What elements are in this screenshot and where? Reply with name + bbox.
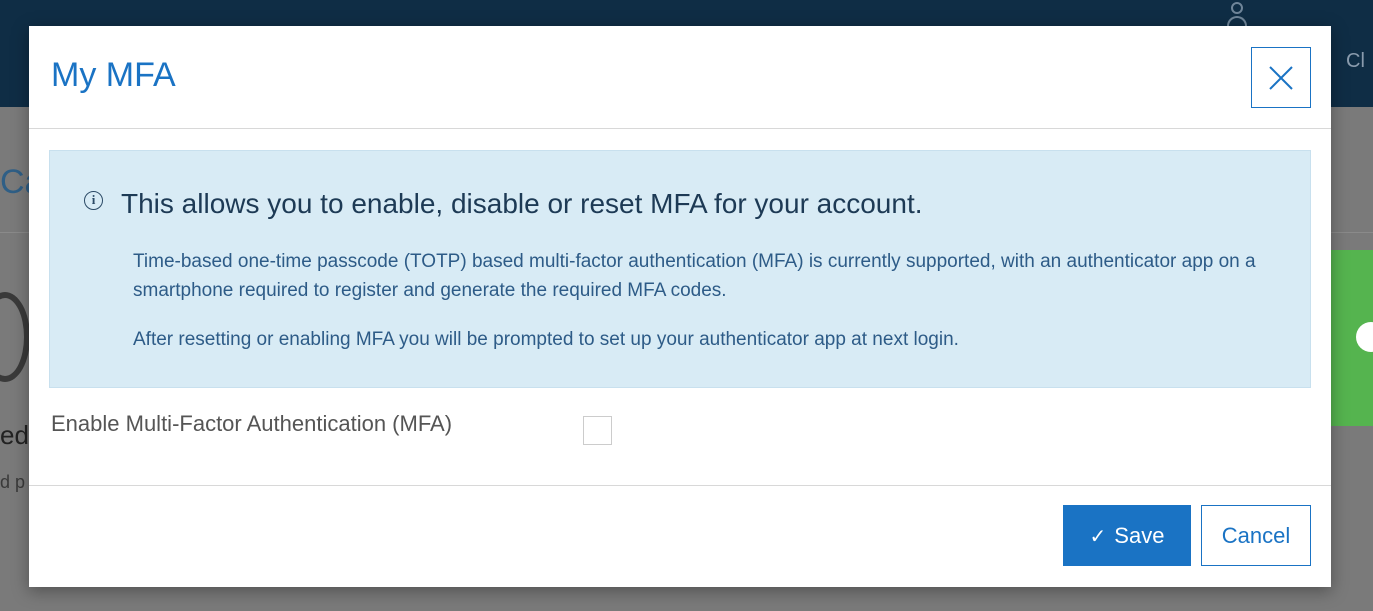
check-icon: ✓ (1089, 523, 1107, 548)
modal-title: My MFA (51, 56, 176, 94)
mfa-modal: My MFA i This allows you to enable, disa… (29, 26, 1331, 587)
background-page-title: Ca (0, 163, 30, 201)
close-button[interactable] (1251, 47, 1311, 108)
info-panel: i This allows you to enable, disable or … (49, 150, 1311, 388)
cancel-button[interactable]: Cancel (1201, 505, 1311, 566)
background-topbar-text: Cl (1346, 50, 1365, 72)
user-icon (1226, 2, 1248, 28)
footer-divider (29, 485, 1331, 486)
enable-mfa-label: Enable Multi-Factor Authentication (MFA) (51, 411, 453, 436)
enable-mfa-checkbox[interactable] (583, 416, 612, 445)
save-button-label: Save (1114, 522, 1165, 548)
modal-header: My MFA (29, 26, 1331, 129)
info-circle-icon: i (84, 191, 103, 210)
info-title: This allows you to enable, disable or re… (121, 188, 923, 219)
info-description: Time-based one-time passcode (TOTP) base… (133, 251, 1256, 301)
background-text: ed (0, 420, 29, 450)
save-button[interactable]: ✓ Save (1063, 505, 1191, 566)
background-subtext: d p (0, 472, 26, 492)
info-note: After resetting or enabling MFA you will… (133, 329, 959, 350)
close-icon (1269, 65, 1293, 90)
